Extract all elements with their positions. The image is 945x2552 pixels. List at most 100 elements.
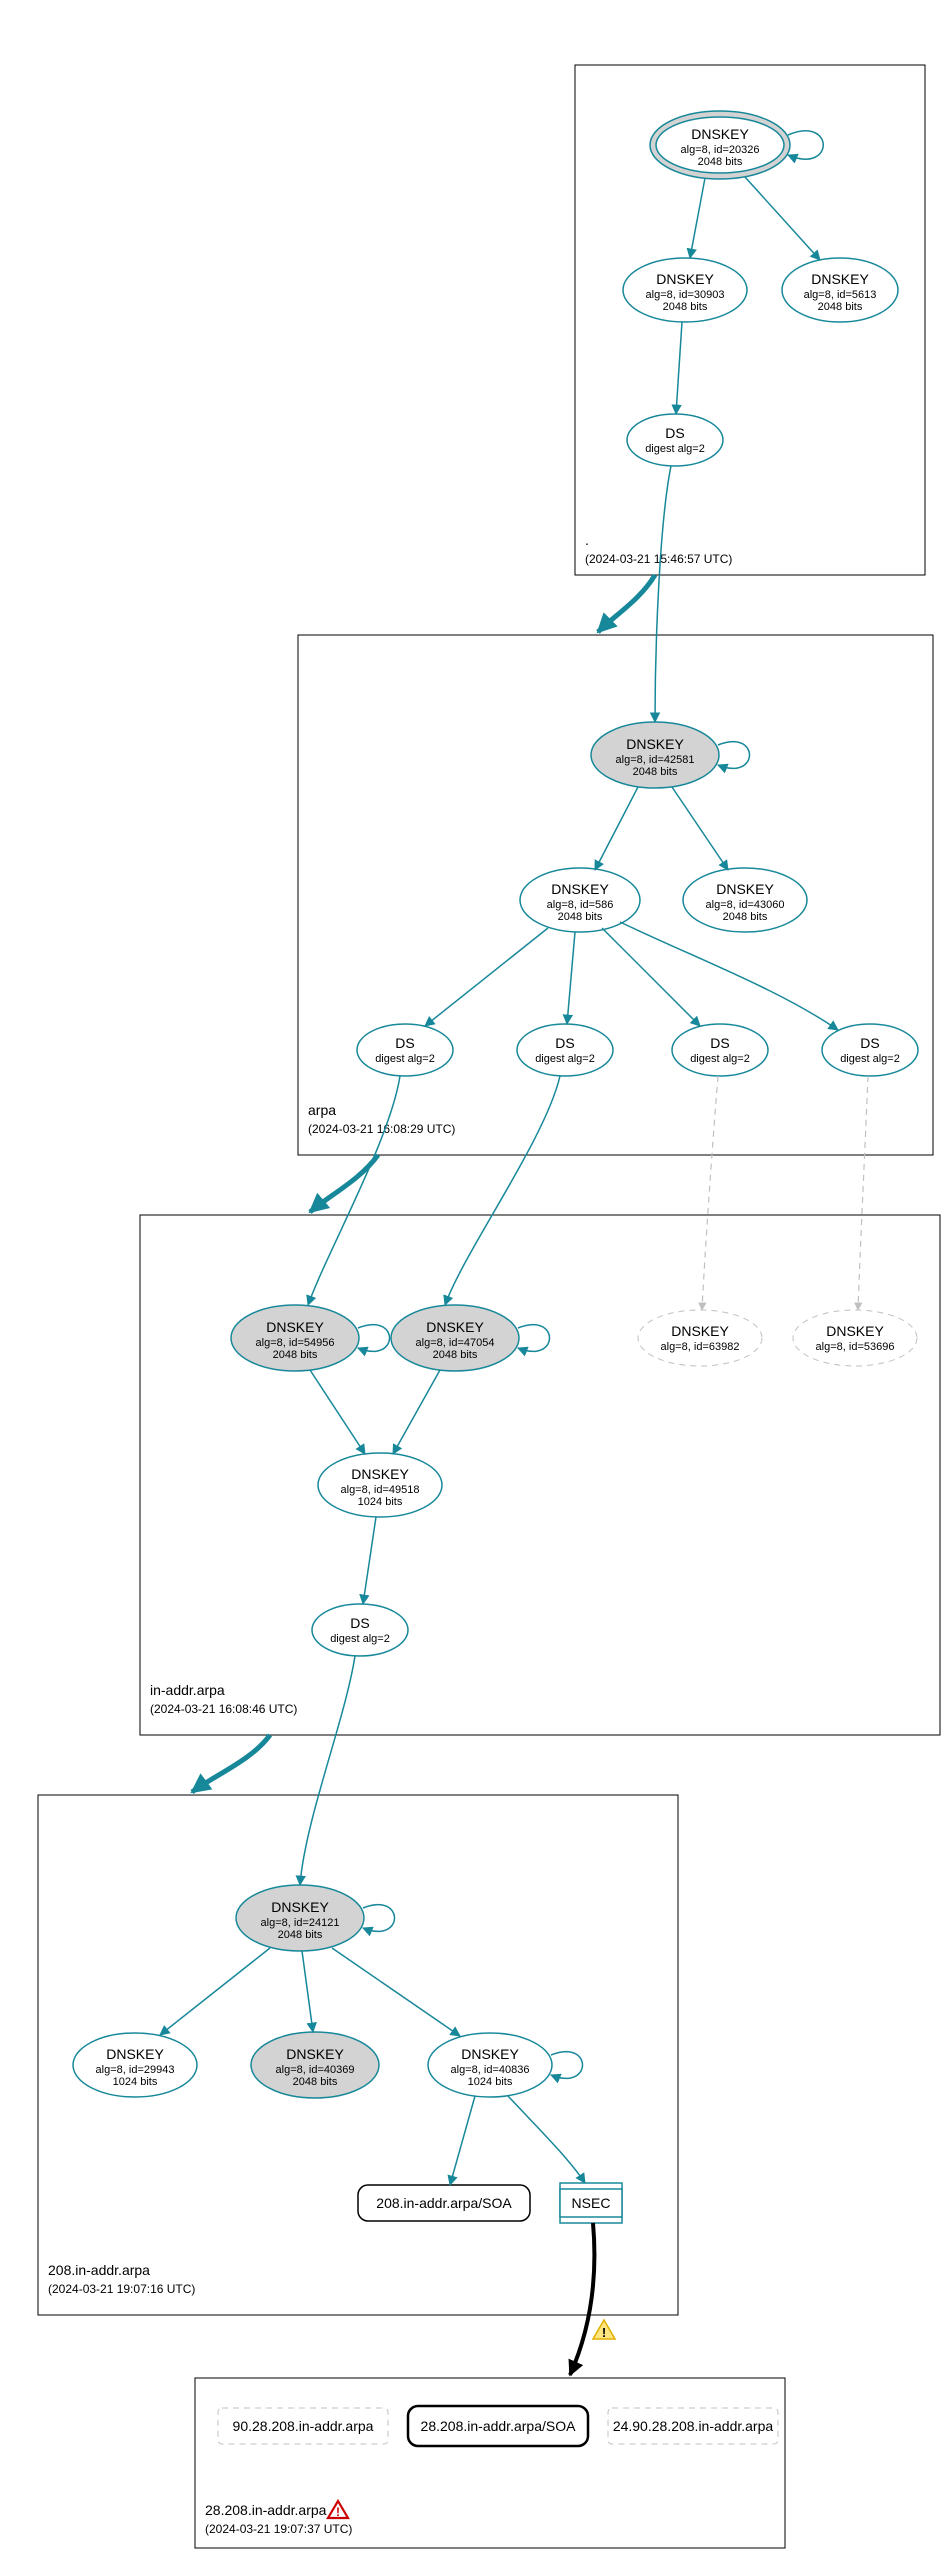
svg-text:DNSKEY: DNSKEY (286, 2046, 344, 2062)
svg-text:DNSKEY: DNSKEY (811, 271, 869, 287)
svg-text:DNSKEY: DNSKEY (551, 881, 609, 897)
node-root-zsk1[interactable]: DNSKEY alg=8, id=30903 2048 bits (623, 258, 747, 322)
svg-text:alg=8, id=63982: alg=8, id=63982 (661, 1341, 740, 1353)
zone-inaddr-label: in-addr.arpa (150, 1682, 225, 1698)
node-ia-zsk[interactable]: DNSKEY alg=8, id=49518 1024 bits (318, 1453, 442, 1517)
svg-text:digest alg=2: digest alg=2 (645, 443, 705, 455)
zone-208-label: 208.in-addr.arpa (48, 2262, 150, 2278)
zone-arpa: arpa (2024-03-21 16:08:29 UTC) DNSKEY al… (298, 466, 933, 1155)
svg-text:DNSKEY: DNSKEY (426, 1319, 484, 1335)
svg-text:24.90.28.208.in-addr.arpa: 24.90.28.208.in-addr.arpa (613, 2418, 774, 2434)
node-208-ksk[interactable]: DNSKEY alg=8, id=24121 2048 bits (236, 1885, 364, 1951)
svg-text:alg=8, id=30903: alg=8, id=30903 (646, 289, 725, 301)
zone-arpa-ts: (2024-03-21 16:08:29 UTC) (308, 1122, 455, 1136)
svg-text:DS: DS (710, 1035, 729, 1051)
svg-text:DNSKEY: DNSKEY (106, 2046, 164, 2062)
svg-text:DNSKEY: DNSKEY (626, 736, 684, 752)
node-ia-ds[interactable]: DS digest alg=2 (312, 1604, 408, 1656)
node-208-k1[interactable]: DNSKEY alg=8, id=29943 1024 bits (73, 2033, 197, 2097)
svg-text:1024 bits: 1024 bits (468, 2076, 513, 2088)
svg-text:2048 bits: 2048 bits (433, 1349, 478, 1361)
svg-text:DS: DS (350, 1615, 369, 1631)
svg-text:DS: DS (860, 1035, 879, 1051)
svg-text:DNSKEY: DNSKEY (351, 1466, 409, 1482)
svg-text:alg=8, id=47054: alg=8, id=47054 (416, 1337, 495, 1349)
node-208-soa[interactable]: 208.in-addr.arpa/SOA (358, 2185, 530, 2221)
svg-text:!: ! (602, 2325, 606, 2340)
zone-208: 208.in-addr.arpa (2024-03-21 19:07:16 UT… (38, 1656, 678, 2315)
svg-text:DNSKEY: DNSKEY (271, 1899, 329, 1915)
svg-text:DNSKEY: DNSKEY (671, 1323, 729, 1339)
zone-inaddr-ts: (2024-03-21 16:08:46 UTC) (150, 1702, 297, 1716)
svg-text:DNSKEY: DNSKEY (656, 271, 714, 287)
node-ia-ksk1[interactable]: DNSKEY alg=8, id=54956 2048 bits (231, 1305, 359, 1371)
zone-root-label: . (585, 532, 589, 548)
svg-text:2048 bits: 2048 bits (723, 911, 768, 923)
node-ia-ksk2[interactable]: DNSKEY alg=8, id=47054 2048 bits (391, 1305, 519, 1371)
svg-text:28.208.in-addr.arpa/SOA: 28.208.in-addr.arpa/SOA (421, 2418, 577, 2434)
zone-28: 28.208.in-addr.arpa ! (2024-03-21 19:07:… (195, 2378, 785, 2548)
zone-root-ts: (2024-03-21 15:46:57 UTC) (585, 552, 732, 566)
svg-text:digest alg=2: digest alg=2 (330, 1633, 390, 1645)
node-208-k3[interactable]: DNSKEY alg=8, id=40836 1024 bits (428, 2033, 552, 2097)
svg-text:alg=8, id=20326: alg=8, id=20326 (681, 144, 760, 156)
svg-text:DS: DS (555, 1035, 574, 1051)
svg-text:alg=8, id=24121: alg=8, id=24121 (261, 1917, 340, 1929)
node-arpa-ksk[interactable]: DNSKEY alg=8, id=42581 2048 bits (591, 722, 719, 788)
svg-text:2048 bits: 2048 bits (558, 911, 603, 923)
error-icon: ! (328, 2501, 348, 2519)
svg-text:alg=8, id=42581: alg=8, id=42581 (616, 754, 695, 766)
svg-text:alg=8, id=40836: alg=8, id=40836 (451, 2064, 530, 2076)
svg-text:2048 bits: 2048 bits (293, 2076, 338, 2088)
svg-text:2048 bits: 2048 bits (278, 1929, 323, 1941)
node-28-b[interactable]: 24.90.28.208.in-addr.arpa (608, 2408, 778, 2444)
node-root-zsk2[interactable]: DNSKEY alg=8, id=5613 2048 bits (782, 258, 898, 322)
node-208-nsec[interactable]: NSEC (560, 2183, 622, 2223)
svg-text:DNSKEY: DNSKEY (716, 881, 774, 897)
svg-text:alg=8, id=53696: alg=8, id=53696 (816, 1341, 895, 1353)
svg-text:digest alg=2: digest alg=2 (690, 1053, 750, 1065)
svg-text:DS: DS (395, 1035, 414, 1051)
node-ia-missing1[interactable]: DNSKEY alg=8, id=63982 (638, 1310, 762, 1366)
svg-text:digest alg=2: digest alg=2 (840, 1053, 900, 1065)
svg-text:!: ! (336, 2505, 340, 2519)
node-ia-missing2[interactable]: DNSKEY alg=8, id=53696 (793, 1310, 917, 1366)
node-arpa-ds2[interactable]: DS digest alg=2 (517, 1024, 613, 1076)
svg-text:1024 bits: 1024 bits (113, 2076, 158, 2088)
svg-text:alg=8, id=40369: alg=8, id=40369 (276, 2064, 355, 2076)
svg-text:DNSKEY: DNSKEY (826, 1323, 884, 1339)
svg-text:DNSKEY: DNSKEY (461, 2046, 519, 2062)
svg-text:alg=8, id=43060: alg=8, id=43060 (706, 899, 785, 911)
node-208-k2[interactable]: DNSKEY alg=8, id=40369 2048 bits (251, 2032, 379, 2098)
node-28-soa[interactable]: 28.208.in-addr.arpa/SOA (408, 2406, 588, 2446)
zone-208-ts: (2024-03-21 19:07:16 UTC) (48, 2282, 195, 2296)
svg-text:2048 bits: 2048 bits (633, 766, 678, 778)
svg-text:alg=8, id=54956: alg=8, id=54956 (256, 1337, 335, 1349)
svg-text:DNSKEY: DNSKEY (266, 1319, 324, 1335)
svg-text:alg=8, id=5613: alg=8, id=5613 (804, 289, 877, 301)
svg-text:90.28.208.in-addr.arpa: 90.28.208.in-addr.arpa (233, 2418, 374, 2434)
node-root-ksk[interactable]: DNSKEY alg=8, id=20326 2048 bits (650, 111, 790, 179)
svg-text:DS: DS (665, 425, 684, 441)
node-arpa-ds3[interactable]: DS digest alg=2 (672, 1024, 768, 1076)
svg-text:2048 bits: 2048 bits (663, 301, 708, 313)
zone-inaddr: in-addr.arpa (2024-03-21 16:08:46 UTC) D… (140, 1076, 940, 1735)
node-arpa-ds1[interactable]: DS digest alg=2 (357, 1024, 453, 1076)
svg-text:alg=8, id=29943: alg=8, id=29943 (96, 2064, 175, 2076)
svg-text:208.in-addr.arpa/SOA: 208.in-addr.arpa/SOA (376, 2195, 512, 2211)
svg-text:digest alg=2: digest alg=2 (375, 1053, 435, 1065)
zone-arpa-label: arpa (308, 1102, 336, 1118)
svg-text:alg=8, id=49518: alg=8, id=49518 (341, 1484, 420, 1496)
svg-text:2048 bits: 2048 bits (698, 156, 743, 168)
svg-text:1024 bits: 1024 bits (358, 1496, 403, 1508)
node-28-a[interactable]: 90.28.208.in-addr.arpa (218, 2408, 388, 2444)
node-arpa-zsk2[interactable]: DNSKEY alg=8, id=43060 2048 bits (683, 868, 807, 932)
zone-root: . (2024-03-21 15:46:57 UTC) DNSKEY alg=8… (575, 65, 925, 575)
node-root-ds[interactable]: DS digest alg=2 (627, 414, 723, 466)
svg-text:NSEC: NSEC (572, 2195, 611, 2211)
svg-text:digest alg=2: digest alg=2 (535, 1053, 595, 1065)
node-arpa-ds4[interactable]: DS digest alg=2 (822, 1024, 918, 1076)
svg-text:2048 bits: 2048 bits (273, 1349, 318, 1361)
svg-text:alg=8, id=586: alg=8, id=586 (547, 899, 614, 911)
svg-text:2048 bits: 2048 bits (818, 301, 863, 313)
